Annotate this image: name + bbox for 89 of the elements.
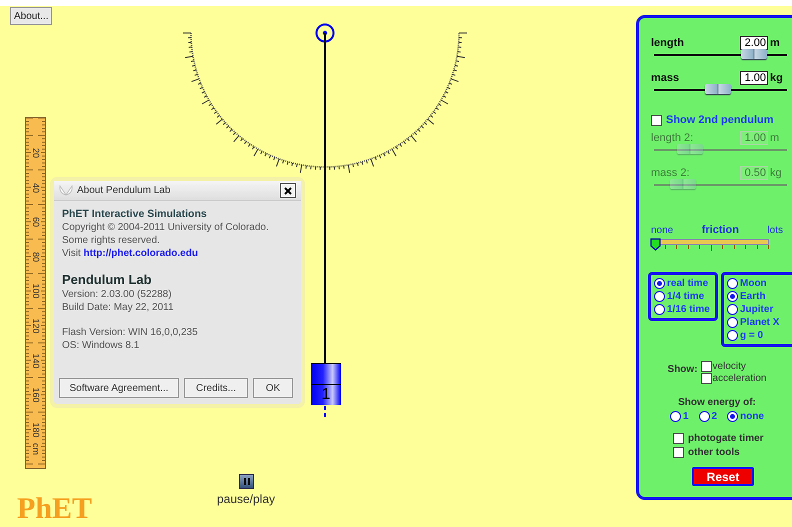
dialog-button[interactable]: Software Agreement... xyxy=(59,378,179,398)
ruler-label: 40 xyxy=(30,182,40,193)
ruler-label: 20 xyxy=(30,148,40,158)
radio-label[interactable]: 1/16 time xyxy=(667,304,710,315)
checkbox[interactable] xyxy=(673,447,684,458)
ruler-label: 100 xyxy=(30,284,40,299)
radio-label[interactable]: Planet X xyxy=(740,317,780,328)
ruler-label: 60 xyxy=(30,217,40,228)
ruler-label: 140 xyxy=(30,353,40,368)
unit-label: kg xyxy=(770,72,783,84)
energy-label: Show energy of: xyxy=(678,397,756,408)
copyright-text: Copyright © 2004-2011 University of Colorado. xyxy=(62,221,270,234)
checkbox-label[interactable]: other tools xyxy=(688,447,740,458)
slider-thumb[interactable] xyxy=(704,84,731,94)
reset-button[interactable]: Reset xyxy=(692,467,754,486)
ruler-label: 80 xyxy=(30,252,40,262)
radio-label[interactable]: 1/4 time xyxy=(667,291,704,302)
logo: PhET xyxy=(17,492,92,526)
ruler-label: 160 xyxy=(30,388,40,403)
build-date-text: Build Date: May 22, 2011 xyxy=(62,301,175,314)
radio-button[interactable] xyxy=(727,330,738,341)
checkbox[interactable] xyxy=(673,433,684,444)
app-name: Pendulum Lab xyxy=(62,272,153,288)
friction-min-label: none xyxy=(651,225,674,236)
radio-label[interactable]: Jupiter xyxy=(740,304,774,315)
unit-label: m xyxy=(770,36,781,48)
radio-label[interactable]: none xyxy=(740,411,764,422)
ruler-unit: cm xyxy=(30,443,40,455)
radio-label[interactable]: Earth xyxy=(740,291,766,302)
unit-label: m xyxy=(770,132,780,144)
butterfly-icon xyxy=(59,184,73,196)
radio-button[interactable] xyxy=(654,291,665,302)
close-icon xyxy=(284,186,292,194)
version-text: Version: 2.03.00 (52288) xyxy=(62,288,173,301)
radio-button[interactable] xyxy=(727,317,738,328)
checkbox-label[interactable]: velocity xyxy=(712,360,746,372)
rights-text: Some rights reserved. xyxy=(62,234,161,247)
slider-label: mass xyxy=(651,72,680,84)
pendulum-rod-drawing[interactable] xyxy=(316,24,334,363)
slider-label: length xyxy=(651,36,685,48)
radio-button[interactable] xyxy=(698,411,710,422)
radio-label[interactable]: 1 xyxy=(682,411,689,422)
friction-slider-thumb[interactable] xyxy=(650,238,661,251)
dialog-button[interactable]: Credits... xyxy=(184,378,248,398)
checkbox-label[interactable]: Show 2nd pendulum xyxy=(666,114,774,126)
slider-label: length 2: xyxy=(651,132,694,144)
pendulum-bob[interactable]: 1 xyxy=(311,363,341,405)
checkbox[interactable] xyxy=(651,114,662,126)
unit-label: kg xyxy=(770,166,783,178)
value-field: 0.50 xyxy=(740,166,768,180)
os-text: OS: Windows 8.1 xyxy=(62,339,140,352)
friction-max-label: lots xyxy=(767,225,783,236)
radio-button[interactable] xyxy=(654,304,665,315)
value-field[interactable]: 1.00 xyxy=(740,70,768,84)
flash-version-text: Flash Version: WIN 16,0,0,235 xyxy=(62,326,199,339)
friction-title: friction xyxy=(702,224,739,236)
pause-play-label: pause/play xyxy=(216,492,276,506)
radio-button[interactable] xyxy=(727,278,738,289)
slider-thumb[interactable] xyxy=(740,49,767,59)
checkbox-label[interactable]: photogate timer xyxy=(688,433,764,444)
visit-text: Visit http://phet.colorado.edu xyxy=(62,247,199,260)
radio-button[interactable] xyxy=(670,411,681,422)
ruler-label: 180 xyxy=(30,422,40,438)
website-link[interactable]: http://phet.colorado.edu xyxy=(84,248,198,259)
ruler[interactable]: 20 40 60 80 100 120 140 160 180 cm xyxy=(25,117,46,469)
slider-label: mass 2: xyxy=(651,166,691,178)
dashed-line xyxy=(324,406,326,420)
radio-button[interactable] xyxy=(727,291,738,302)
organization-name: PhET Interactive Simulations xyxy=(62,208,208,221)
checkbox[interactable] xyxy=(700,372,712,384)
close-button[interactable] xyxy=(280,183,296,198)
radio-button[interactable] xyxy=(727,304,738,315)
pause-button[interactable] xyxy=(239,474,254,489)
about-button[interactable]: About... xyxy=(10,7,52,25)
radio-label[interactable]: g = 0 xyxy=(740,330,764,341)
value-field: 1.00 xyxy=(740,130,768,144)
radio-button[interactable] xyxy=(727,411,738,422)
pause-icon xyxy=(244,478,250,485)
show-label: Show: xyxy=(668,364,698,377)
radio-button[interactable] xyxy=(654,278,665,289)
dialog-title: About Pendulum Lab xyxy=(77,185,172,196)
radio-label[interactable]: 2 xyxy=(712,411,718,422)
dialog-button[interactable]: OK xyxy=(253,378,293,398)
ruler-label: 120 xyxy=(30,318,40,334)
value-field[interactable]: 2.00 xyxy=(740,36,768,50)
checkbox[interactable] xyxy=(700,360,712,372)
radio-label[interactable]: Moon xyxy=(740,278,767,289)
checkbox-label[interactable]: acceleration xyxy=(712,372,766,384)
radio-label[interactable]: real time xyxy=(667,278,708,289)
